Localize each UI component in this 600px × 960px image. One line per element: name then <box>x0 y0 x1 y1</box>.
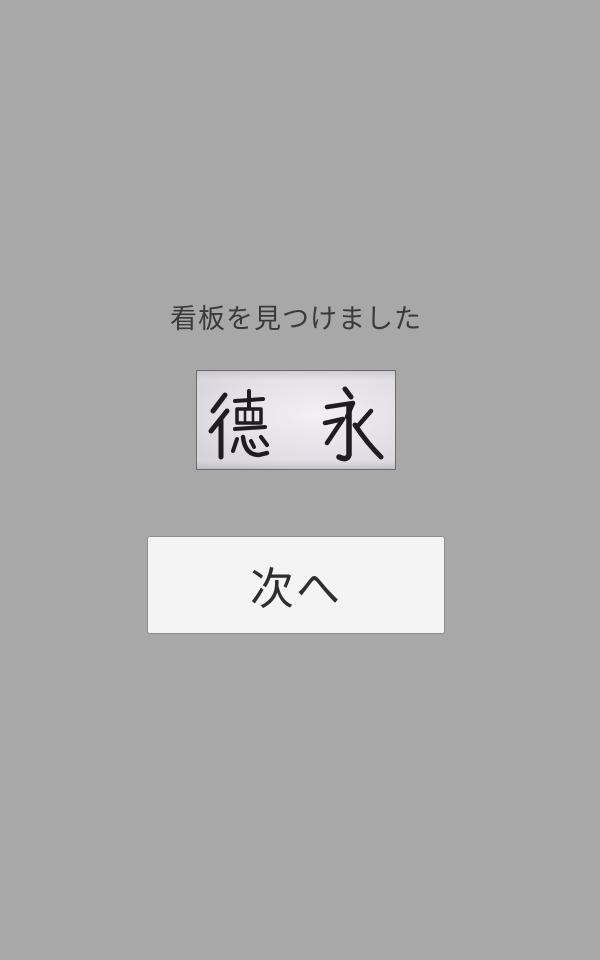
found-sign-screen: 看板を見つけました 次へ <box>0 0 600 960</box>
found-sign-message: 看板を見つけました <box>170 304 422 335</box>
next-button-label: 次へ <box>250 564 342 615</box>
signboard-lettering <box>197 371 395 469</box>
next-button[interactable]: 次へ <box>147 536 445 634</box>
signboard-image <box>196 370 396 470</box>
